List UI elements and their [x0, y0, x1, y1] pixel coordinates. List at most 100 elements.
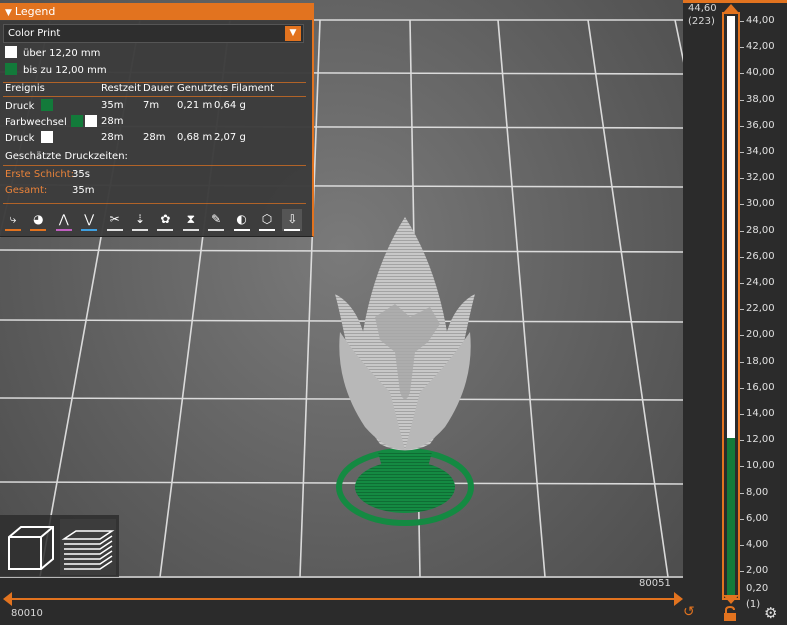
estimated-times-label: Geschätzte Druckzeiten: [5, 151, 128, 162]
vertical-slider-tick-label: 18,00 [746, 355, 775, 367]
vertical-slider-tick-mark [740, 152, 744, 153]
vertical-slider-top-layer: (223) [688, 16, 715, 27]
lock-icon[interactable] [723, 606, 737, 622]
first-layer-label: Erste Schicht: [5, 169, 74, 180]
toolbar-underline [81, 229, 98, 231]
vertical-slider-tick-label: 38,00 [746, 93, 775, 105]
vertical-slider-bottom-value: 0,20 [746, 583, 769, 594]
table-row: Druck [5, 131, 59, 146]
color-changes-icon[interactable]: ✿ [155, 209, 175, 231]
vertical-slider-tick-mark [740, 99, 744, 101]
table-row: Farbwechsel [5, 115, 103, 130]
table-row: Druck [5, 99, 59, 114]
toolbar-underline [233, 229, 250, 231]
color-legend-item: bis zu 12,00 mm [5, 63, 107, 78]
tool-marker-icon[interactable]: ⇩ [282, 209, 303, 231]
vertical-slider-top-value: 44,60 [688, 3, 717, 14]
vertical-slider-tick-label: 28,00 [746, 224, 775, 236]
vertical-slider-tick-mark [740, 361, 744, 363]
legend-title: Legend [14, 5, 56, 18]
toolbar-underline [208, 229, 225, 231]
vertical-slider-tick-label: 26,00 [746, 250, 775, 262]
vertical-slider-tick-mark [740, 204, 744, 206]
layer-range-green [727, 438, 735, 596]
color-swatch [5, 46, 17, 58]
toolbar-underline [284, 229, 301, 231]
vertical-slider-tick-mark [740, 414, 744, 415]
vertical-slider-tick-mark [740, 571, 744, 573]
vertical-slider-tick-mark [740, 230, 744, 232]
toolbar-underline [182, 229, 199, 231]
seams-icon[interactable]: ✂ [105, 209, 125, 231]
vertical-slider-tick-mark [740, 309, 744, 311]
separator [3, 96, 306, 97]
toolbar-underline [132, 229, 148, 231]
row-remaining: 28m [101, 132, 124, 143]
header-filament: Genutztes Filament [177, 83, 275, 94]
gear-icon[interactable]: ⚙ [764, 604, 780, 622]
row-length: 0,68 m [177, 132, 213, 143]
color-legend-item: über 12,20 mm [5, 46, 100, 61]
vertical-slider-bottom-handle[interactable] [723, 595, 739, 604]
vertical-slider-tick-mark [740, 518, 744, 520]
horizontal-slider-track[interactable] [10, 598, 675, 600]
row-weight: 0,64 g [214, 100, 246, 111]
toolbar-underline [55, 229, 72, 231]
undo-icon[interactable]: ↺ [683, 604, 699, 620]
vertical-slider-tick-mark [740, 466, 744, 468]
row-duration: 28m [143, 132, 166, 143]
vertical-slider-tick-label: 34,00 [746, 146, 775, 157]
center-of-gravity-icon[interactable]: ◐ [232, 209, 252, 231]
retractions-icon[interactable]: ⋀ [54, 209, 74, 231]
tool-changes-icon[interactable]: ⇣ [130, 209, 150, 231]
vertical-slider-tick-label: 20,00 [746, 329, 775, 341]
tulip-model[interactable] [330, 212, 480, 542]
vertical-slider-tick-label: 8,00 [746, 486, 769, 498]
horizontal-slider-left-handle[interactable] [3, 592, 12, 606]
vertical-slider-tick-mark [740, 125, 744, 127]
vertical-slider-tick-mark [740, 256, 744, 258]
vertical-slider-tick-label: 2,00 [746, 565, 769, 577]
view-type-select[interactable]: Color Print ▼ [3, 24, 304, 43]
travel-icon[interactable]: ⤷ [3, 209, 23, 231]
color-swatch [40, 99, 53, 111]
collapse-triangle-icon[interactable]: ▼ [5, 8, 12, 18]
color-label: bis zu 12,00 mm [23, 65, 107, 76]
horizontal-slider-right-handle[interactable] [674, 592, 683, 606]
deretractions-icon[interactable]: ⋁ [79, 209, 99, 231]
toolbar-underline [259, 229, 275, 231]
row-remaining: 28m [101, 116, 124, 127]
cube-view-icon[interactable] [3, 519, 59, 575]
shells-icon[interactable]: ⬡ [257, 209, 277, 231]
vertical-slider-tick-label: 32,00 [746, 172, 775, 184]
toolbar-underline [157, 229, 174, 231]
separator [3, 203, 306, 204]
pause-prints-icon[interactable]: ⧗ [181, 209, 201, 231]
vertical-slider-tick-mark [740, 47, 744, 49]
vertical-slider-tick-label: 4,00 [746, 539, 769, 550]
first-layer-value: 35s [72, 169, 90, 180]
vertical-slider-tick-mark [740, 440, 744, 442]
header-remaining: Restzeit [101, 83, 141, 94]
header-event: Ereignis [5, 83, 45, 94]
toolbar-underline [30, 229, 47, 231]
vertical-slider-tick-mark [740, 178, 744, 180]
vertical-slider-top-handle[interactable] [723, 4, 739, 13]
vertical-slider-tick-label: 14,00 [746, 408, 775, 419]
vertical-slider-tick-label: 42,00 [746, 41, 775, 53]
toolbar-underline [5, 229, 21, 231]
vertical-slider-tick-label: 16,00 [746, 381, 775, 393]
toolbar-underline [106, 229, 123, 231]
header-duration: Dauer [143, 83, 174, 94]
chevron-down-icon[interactable]: ▼ [285, 26, 301, 41]
color-swatch [40, 131, 53, 143]
row-duration: 7m [143, 100, 160, 111]
vertical-slider-tick-label: 12,00 [746, 434, 775, 446]
view-type-value: Color Print [8, 28, 61, 39]
wipe-icon[interactable]: ◕ [28, 209, 48, 231]
custom-gcodes-icon[interactable]: ✎ [206, 209, 226, 231]
vertical-slider-tick-mark [740, 283, 744, 284]
total-label: Gesamt: [5, 185, 48, 196]
layers-view-icon[interactable] [60, 519, 116, 575]
legend-header[interactable]: ▼ Legend [0, 3, 312, 20]
